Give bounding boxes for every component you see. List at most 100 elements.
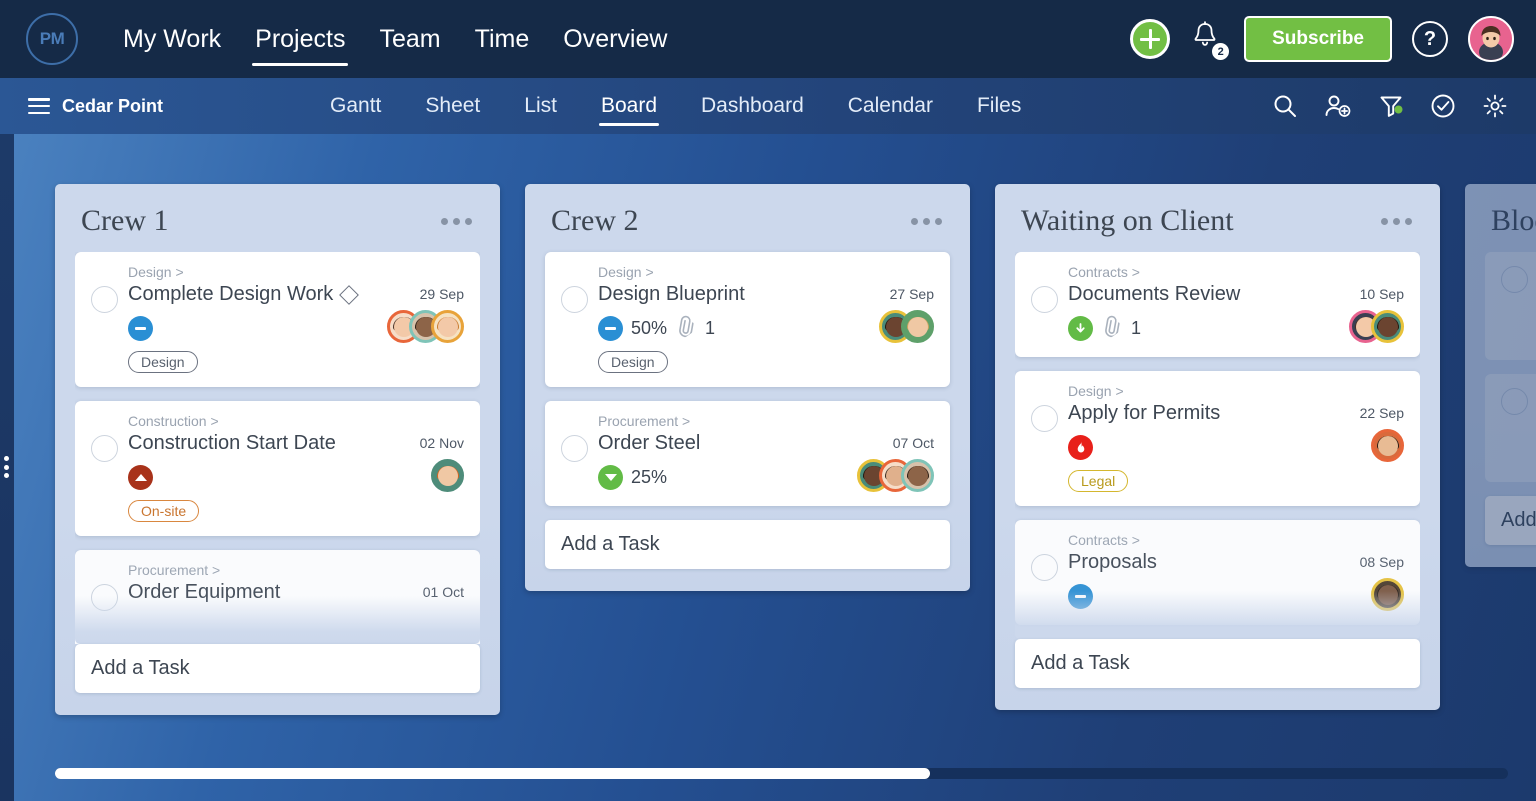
add-task-input[interactable]: Add a Task: [75, 644, 480, 693]
nav-link-team[interactable]: Team: [362, 0, 457, 78]
column-title: Waiting on Client: [1021, 204, 1234, 238]
task-title-row: Proposals: [1068, 551, 1350, 574]
more-options-icon[interactable]: [1375, 212, 1418, 231]
check-circle-icon[interactable]: [1430, 93, 1456, 119]
task-complete-checkbox[interactable]: [561, 435, 588, 462]
task-card[interactable]: [1485, 374, 1536, 482]
more-options-icon[interactable]: [435, 212, 478, 231]
tab-sheet[interactable]: Sheet: [403, 78, 502, 134]
task-complete-checkbox[interactable]: [1031, 405, 1058, 432]
tab-dashboard[interactable]: Dashboard: [679, 78, 826, 134]
arrow-down-glyph: [1074, 322, 1087, 335]
task-complete-checkbox[interactable]: [1501, 266, 1528, 293]
subscribe-button[interactable]: Subscribe: [1244, 16, 1392, 62]
task-due-date: 22 Sep: [1360, 405, 1404, 421]
column-header: Waiting on Client: [1015, 184, 1420, 252]
hamburger-icon[interactable]: [28, 98, 50, 114]
task-title: Design Blueprint: [598, 283, 745, 306]
assignee-avatars[interactable]: [431, 459, 464, 492]
add-task-input[interactable]: Add a Task: [1015, 639, 1420, 688]
tab-files[interactable]: Files: [955, 78, 1043, 134]
task-title-row: Construction Start Date: [128, 432, 410, 455]
task-complete-checkbox[interactable]: [1031, 286, 1058, 313]
task-complete-checkbox[interactable]: [91, 286, 118, 313]
task-card[interactable]: Procurement > Order Equipment 01 Oct: [75, 550, 480, 644]
task-card[interactable]: Contracts > Proposals 08 Sep: [1015, 520, 1420, 625]
avatar: [431, 459, 464, 492]
avatar: [1371, 578, 1404, 611]
assignee-avatars[interactable]: [857, 459, 934, 492]
task-card[interactable]: Procurement > Order Steel 25% 07 Oct: [545, 401, 950, 506]
task-meta-row: 1: [1068, 315, 1339, 341]
app-logo[interactable]: PM: [24, 11, 80, 67]
add-person-icon[interactable]: [1324, 93, 1352, 119]
task-card[interactable]: Design > Apply for Permits Legal: [1015, 371, 1420, 506]
plus-circle-icon[interactable]: [1130, 19, 1170, 59]
column-title: Blocked: [1491, 204, 1536, 238]
task-card-body: Procurement > Order Equipment: [128, 562, 413, 639]
task-complete-checkbox[interactable]: [1501, 388, 1528, 415]
avatar: [431, 310, 464, 343]
nav-link-projects[interactable]: Projects: [238, 0, 362, 78]
add-task-input[interactable]: Add a Task: [545, 520, 950, 569]
nav-link-overview[interactable]: Overview: [546, 0, 684, 78]
horizontal-scrollbar-thumb[interactable]: [55, 768, 930, 779]
task-complete-checkbox[interactable]: [561, 286, 588, 313]
attachment-icon: [670, 312, 701, 344]
add-task-input[interactable]: Add a Task: [1485, 496, 1536, 545]
paperclip-glyph: [670, 312, 698, 340]
task-complete-checkbox[interactable]: [91, 584, 118, 611]
main-nav-links: My Work Projects Team Time Overview: [106, 0, 684, 78]
bell-icon[interactable]: 2: [1190, 19, 1224, 59]
task-card[interactable]: Design > Complete Design Work Design 29 …: [75, 252, 480, 387]
sidebar-drag-handle[interactable]: [4, 456, 10, 478]
task-due-date: 02 Nov: [420, 435, 464, 451]
flame-glyph: [1074, 440, 1088, 454]
task-due-date: 01 Oct: [423, 584, 464, 600]
priority-high-icon: [128, 465, 153, 490]
nav-link-my-work[interactable]: My Work: [106, 0, 238, 78]
assignee-avatars[interactable]: [1349, 310, 1404, 343]
assignee-avatars[interactable]: [387, 310, 464, 343]
task-title-row: Order Steel: [598, 432, 847, 455]
nav-link-time[interactable]: Time: [458, 0, 547, 78]
task-card[interactable]: Construction > Construction Start Date O…: [75, 401, 480, 536]
tab-gantt[interactable]: Gantt: [308, 78, 403, 134]
tab-board[interactable]: Board: [579, 78, 679, 134]
task-card-body: Construction > Construction Start Date O…: [128, 413, 410, 522]
task-due-date: 10 Sep: [1360, 286, 1404, 302]
horizontal-scrollbar[interactable]: [55, 768, 1508, 779]
user-avatar[interactable]: [1468, 16, 1514, 62]
breadcrumb-project-name[interactable]: Cedar Point: [62, 96, 163, 117]
task-tag[interactable]: Design: [598, 351, 668, 373]
column-card-list: Design > Complete Design Work Design 29 …: [75, 252, 480, 644]
task-due-date: 27 Sep: [890, 286, 934, 302]
task-tag[interactable]: Legal: [1068, 470, 1128, 492]
priority-medium-icon: [598, 316, 623, 341]
task-tag[interactable]: Design: [128, 351, 198, 373]
assignee-avatars[interactable]: [879, 310, 934, 343]
help-icon[interactable]: ?: [1412, 21, 1448, 57]
tab-list[interactable]: List: [502, 78, 579, 134]
task-card[interactable]: Contracts > Documents Review: [1015, 252, 1420, 357]
project-toolbar-icons: [1272, 93, 1508, 119]
task-card-body: Contracts > Proposals: [1068, 532, 1350, 611]
more-options-icon[interactable]: [905, 212, 948, 231]
task-breadcrumb: Design >: [1068, 383, 1350, 399]
task-breadcrumb: Design >: [598, 264, 869, 280]
task-title: Documents Review: [1068, 283, 1240, 306]
gear-icon[interactable]: [1482, 93, 1508, 119]
task-complete-checkbox[interactable]: [91, 435, 118, 462]
board-columns: Crew 1 Design > Complete Design Work: [55, 184, 1536, 715]
assignee-avatars[interactable]: [1371, 578, 1404, 611]
priority-medium-icon: [1068, 584, 1093, 609]
task-complete-checkbox[interactable]: [1031, 554, 1058, 581]
task-tag[interactable]: On-site: [128, 500, 199, 522]
task-card[interactable]: Design > Design Blueprint 50%: [545, 252, 950, 387]
task-card[interactable]: [1485, 252, 1536, 360]
tab-calendar[interactable]: Calendar: [826, 78, 955, 134]
filter-icon[interactable]: [1378, 93, 1404, 119]
task-card-body: Procurement > Order Steel 25%: [598, 413, 847, 492]
assignee-avatars[interactable]: [1371, 429, 1404, 462]
search-icon[interactable]: [1272, 93, 1298, 119]
